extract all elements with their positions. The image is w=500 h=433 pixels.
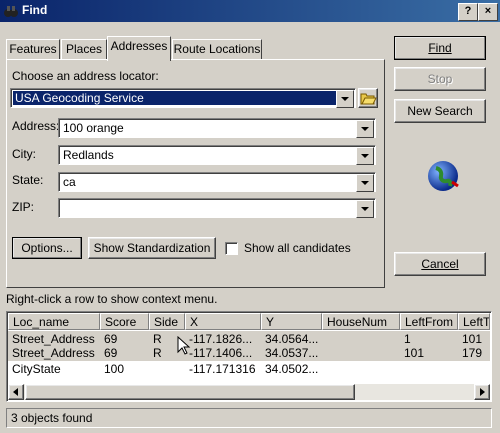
- show-standardization-button[interactable]: Show Standardization: [88, 237, 216, 259]
- arrow-right-icon: [480, 388, 485, 396]
- status-text: 3 objects found: [11, 411, 93, 425]
- new-search-button[interactable]: New Search: [394, 99, 486, 123]
- column-header-leftfrom[interactable]: LeftFrom: [400, 313, 458, 330]
- scroll-left-button[interactable]: [8, 384, 24, 400]
- open-folder-button[interactable]: [358, 88, 378, 108]
- scroll-right-button[interactable]: [474, 384, 490, 400]
- cancel-label: Cancel: [421, 257, 459, 271]
- chevron-down-icon[interactable]: [356, 200, 374, 218]
- results-table[interactable]: Loc_name Score Side X Y HouseNum LeftFro…: [6, 311, 492, 402]
- table-cell[interactable]: 1: [404, 332, 411, 346]
- table-cell[interactable]: CityState: [12, 362, 61, 376]
- city-field[interactable]: Redlands: [58, 145, 376, 165]
- address-label: Address:: [12, 119, 60, 133]
- state-field[interactable]: ca: [58, 172, 376, 192]
- folder-open-icon: [360, 93, 377, 105]
- column-header-y[interactable]: Y: [261, 313, 322, 330]
- column-header-x[interactable]: X: [185, 313, 261, 330]
- table-cell[interactable]: R: [153, 332, 162, 346]
- find-label: Find: [428, 41, 452, 55]
- table-cell[interactable]: Street_Address: [12, 332, 95, 346]
- state-value: ca: [63, 175, 76, 189]
- chevron-down-icon[interactable]: [356, 174, 374, 192]
- locator-select[interactable]: USA Geocoding Service: [10, 88, 356, 108]
- table-cell[interactable]: -117.1826...: [189, 332, 261, 346]
- column-header-leftto[interactable]: LeftT: [458, 313, 490, 330]
- binoculars-icon: [4, 6, 18, 17]
- locator-label: Choose an address locator:: [12, 69, 159, 83]
- show-all-candidates-checkbox[interactable]: [225, 242, 238, 255]
- zip-field[interactable]: [58, 198, 376, 218]
- address-value: 100 orange: [63, 121, 124, 135]
- table-cell[interactable]: Street_Address: [12, 346, 95, 360]
- table-cell[interactable]: 34.0564...: [265, 332, 322, 346]
- table-cell[interactable]: 179: [462, 346, 482, 360]
- help-button[interactable]: ?: [458, 3, 478, 21]
- close-button[interactable]: ×: [478, 3, 498, 21]
- state-label: State:: [12, 173, 44, 187]
- scrollbar-thumb[interactable]: [25, 384, 355, 400]
- globe-icon: [428, 161, 459, 191]
- title-bar: Find ? ×: [0, 0, 500, 22]
- table-cell[interactable]: 69: [104, 332, 117, 346]
- context-menu-hint: Right-click a row to show context menu.: [6, 292, 218, 306]
- table-cell[interactable]: R: [153, 346, 162, 360]
- show-all-candidates-label: Show all candidates: [244, 241, 351, 255]
- tab-addresses[interactable]: Addresses: [107, 36, 171, 61]
- find-button[interactable]: Find: [394, 36, 486, 60]
- cancel-button[interactable]: Cancel: [394, 252, 486, 276]
- chevron-down-icon[interactable]: [336, 90, 354, 108]
- arrow-left-icon: [13, 388, 18, 396]
- table-cell[interactable]: -117.1406...: [189, 346, 261, 360]
- table-cell[interactable]: 101: [462, 332, 482, 346]
- table-cell[interactable]: 34.0537...: [265, 346, 322, 360]
- column-header-score[interactable]: Score: [100, 313, 149, 330]
- city-label: City:: [12, 147, 36, 161]
- column-header-side[interactable]: Side: [149, 313, 185, 330]
- status-bar: 3 objects found: [6, 408, 492, 428]
- table-cell[interactable]: -117.171316: [189, 362, 261, 376]
- column-header-loc-name[interactable]: Loc_name: [8, 313, 100, 330]
- horizontal-scrollbar[interactable]: [8, 384, 490, 400]
- chevron-down-icon[interactable]: [356, 147, 374, 165]
- table-cell[interactable]: 69: [104, 346, 117, 360]
- table-cell[interactable]: 100: [104, 362, 124, 376]
- locator-value: USA Geocoding Service: [15, 91, 144, 105]
- tab-route-locations[interactable]: Route Locations: [172, 39, 262, 59]
- tab-features[interactable]: Features: [6, 39, 60, 59]
- tab-places[interactable]: Places: [61, 39, 107, 59]
- window-title: Find: [22, 3, 48, 17]
- table-cell[interactable]: 101: [404, 346, 424, 360]
- address-field[interactable]: 100 orange: [58, 118, 376, 138]
- city-value: Redlands: [63, 148, 114, 162]
- table-cell[interactable]: 34.0502...: [265, 362, 322, 376]
- mouse-cursor-icon: [177, 336, 191, 355]
- column-header-housenum[interactable]: HouseNum: [322, 313, 400, 330]
- zip-label: ZIP:: [12, 200, 35, 214]
- chevron-down-icon[interactable]: [356, 120, 374, 138]
- options-button[interactable]: Options...: [12, 237, 82, 259]
- stop-button[interactable]: Stop: [394, 67, 486, 91]
